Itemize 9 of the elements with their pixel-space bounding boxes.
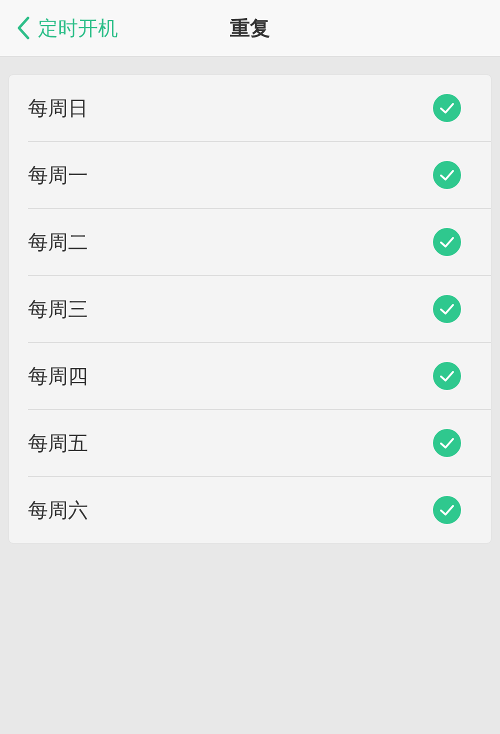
- day-option[interactable]: 每周五: [28, 410, 491, 477]
- day-option[interactable]: 每周三: [28, 276, 491, 343]
- day-option[interactable]: 每周六: [28, 477, 491, 543]
- day-option[interactable]: 每周四: [28, 343, 491, 410]
- page-title: 重复: [230, 14, 270, 42]
- day-option[interactable]: 每周日: [28, 75, 491, 142]
- day-option[interactable]: 每周一: [28, 142, 491, 209]
- day-option[interactable]: 每周二: [28, 209, 491, 276]
- back-chevron-icon: [16, 16, 30, 40]
